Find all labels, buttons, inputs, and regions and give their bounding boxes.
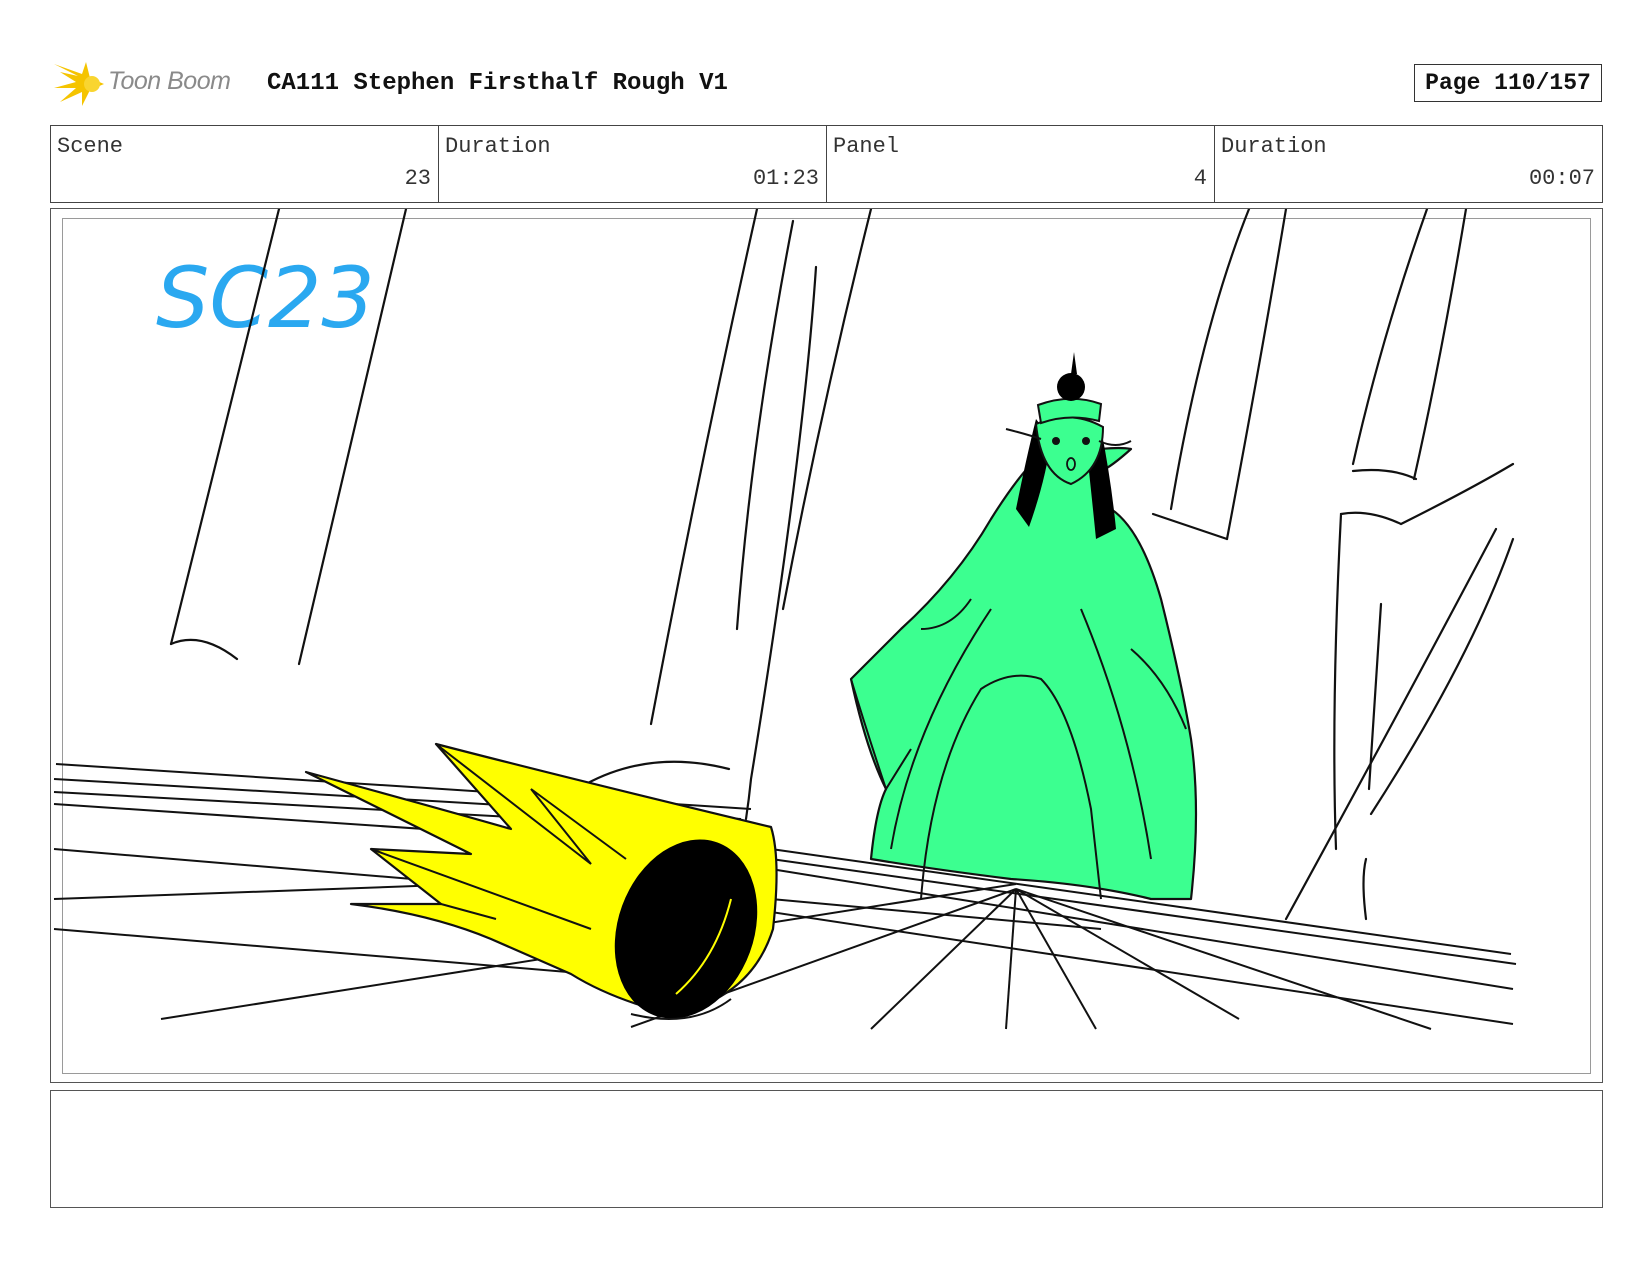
scene-label: Scene <box>57 134 124 159</box>
toon-boom-logo: Toon Boom <box>52 58 252 108</box>
document-title: CA111 Stephen Firsthalf Rough V1 <box>267 70 728 97</box>
floor-perspective-lines <box>53 763 1517 1030</box>
scene-cell: Scene 23 <box>51 126 439 202</box>
panel-duration-cell: Duration 00:07 <box>1215 126 1602 202</box>
scene-value: 23 <box>404 166 431 191</box>
scene-info-row: Scene 23 Duration 01:23 Panel 4 Duration… <box>50 125 1603 203</box>
page-header: Toon Boom CA111 Stephen Firsthalf Rough … <box>52 58 1602 108</box>
fallen-crown <box>304 742 778 1020</box>
scene-duration-label: Duration <box>445 134 551 159</box>
panel-duration-value: 00:07 <box>1528 166 1595 191</box>
panel-notes <box>50 1090 1603 1208</box>
panel-duration-label: Duration <box>1221 134 1327 159</box>
standing-figure <box>849 352 1198 901</box>
panel-label: Panel <box>833 134 900 159</box>
panel-sketch: SC23 <box>53 209 1517 1030</box>
brand-name: Toon Boom <box>108 67 231 95</box>
starburst-icon <box>54 62 104 106</box>
scene-duration-value: 01:23 <box>752 166 819 191</box>
storyboard-panel: SC23 <box>50 208 1603 1083</box>
panel-value: 4 <box>1193 166 1207 191</box>
scene-duration-cell: Duration 01:23 <box>439 126 827 202</box>
page-indicator: Page 110/157 <box>1414 64 1602 102</box>
panel-cell: Panel 4 <box>827 126 1215 202</box>
